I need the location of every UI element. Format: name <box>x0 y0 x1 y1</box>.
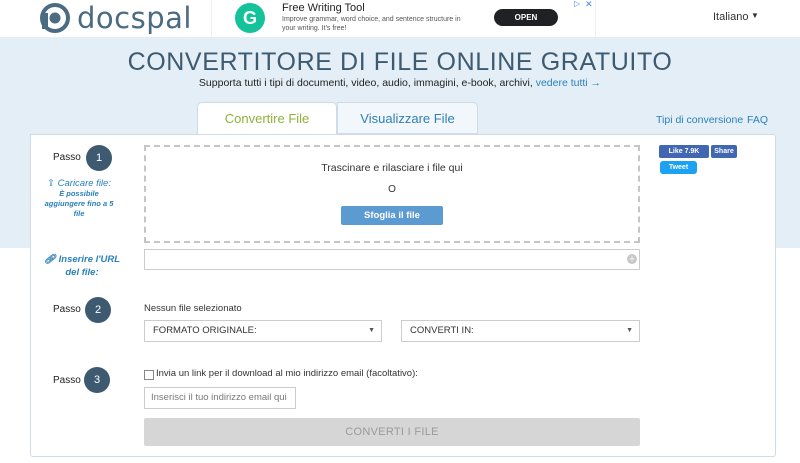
source-format-label: FORMATO ORIGINALE: <box>153 325 257 336</box>
docspal-logo-icon <box>40 3 70 33</box>
email-checkbox-label: Invia un link per il download al mio ind… <box>156 368 418 379</box>
ad-open-button[interactable]: OPEN <box>494 9 558 26</box>
drop-zone-or: O <box>388 184 396 195</box>
convert-files-button[interactable]: CONVERTI I FILE <box>144 418 640 446</box>
step-2-label: Passo <box>53 304 81 315</box>
upload-files-label: Caricare file: <box>57 178 111 189</box>
email-link-checkbox[interactable] <box>144 370 154 380</box>
browse-file-button[interactable]: Sfoglia il file <box>341 206 443 225</box>
url-label: 🔗︎ Inserire l'URL del file: <box>40 253 124 279</box>
target-format-select[interactable]: CONVERTI IN: ▼ <box>401 320 640 342</box>
url-label-text: Inserire l'URL del file: <box>58 254 121 278</box>
step-2-number: 2 <box>85 297 111 323</box>
language-selector[interactable]: Italiano <box>713 11 748 23</box>
conversion-types-link[interactable]: Tipi di conversione <box>656 114 743 126</box>
tab-convert-files[interactable]: Convertire File <box>197 102 337 135</box>
no-file-selected-text: Nessun file selezionato <box>144 303 242 314</box>
ad-description: Improve grammar, word choice, and senten… <box>282 16 461 32</box>
step-1-number: 1 <box>86 145 112 171</box>
step-3-number: 3 <box>84 367 110 393</box>
facebook-share-button[interactable]: Share <box>711 145 737 158</box>
target-format-label: CONVERTI IN: <box>410 325 474 336</box>
step-3-label: Passo <box>53 375 81 386</box>
top-bar: docspal G Free Writing Tool Improve gram… <box>0 0 800 37</box>
ad-banner[interactable]: G Free Writing Tool Improve grammar, wor… <box>211 0 596 37</box>
link-icon: 🔗︎ <box>43 254 57 265</box>
add-url-icon[interactable]: + <box>627 254 637 264</box>
source-format-select[interactable]: FORMATO ORIGINALE: ▼ <box>144 320 382 342</box>
logo-text: docspal <box>77 1 192 35</box>
step-1-label: Passo <box>53 152 81 163</box>
subtitle-text: Supporta tutti i tipi di documenti, vide… <box>198 77 533 89</box>
ad-title[interactable]: Free Writing Tool <box>282 2 365 14</box>
ad-choices-icon[interactable]: ▷ <box>574 0 580 8</box>
chevron-down-icon: ▼ <box>368 327 375 334</box>
tab-view-files[interactable]: Visualizzare File <box>337 102 478 134</box>
file-url-input[interactable] <box>144 249 640 270</box>
tweet-button[interactable]: Tweet <box>660 161 697 174</box>
drop-zone-text: Trascinare e rilasciare i file qui <box>321 162 463 174</box>
faq-link[interactable]: FAQ <box>747 114 768 126</box>
grammarly-icon: G <box>235 3 265 33</box>
upload-files-link[interactable]: ⇪ Caricare file: <box>37 178 121 189</box>
chevron-down-icon[interactable]: ▼ <box>751 11 759 20</box>
page-title: CONVERTITORE DI FILE ONLINE GRATUITO <box>127 48 673 76</box>
chevron-down-icon: ▼ <box>626 327 633 334</box>
email-input[interactable]: Inserisci il tuo indirizzo email qui <box>144 387 296 409</box>
upload-icon: ⇪ <box>47 178 55 189</box>
see-all-link[interactable]: vedere tutti → <box>536 77 601 89</box>
facebook-like-button[interactable]: Like 7.9K <box>659 145 709 158</box>
page-subtitle: Supporta tutti i tipi di documenti, vide… <box>0 77 800 89</box>
upload-limit-note: È possibile aggiungere fino a 5 file <box>44 189 114 218</box>
ad-close-icon[interactable]: ✕ <box>585 0 593 10</box>
logo[interactable]: docspal <box>40 1 192 35</box>
